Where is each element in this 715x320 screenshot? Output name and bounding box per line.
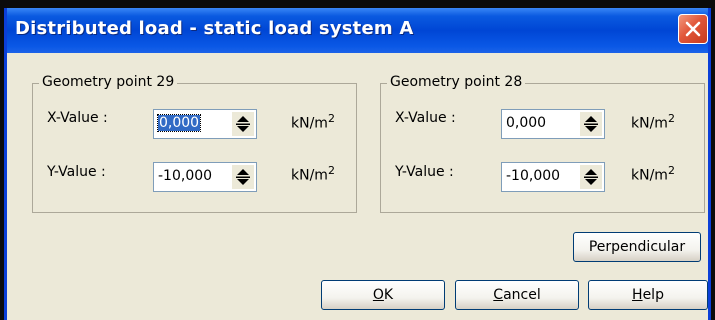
- distributed-load-dialog: Distributed load - static load system A …: [4, 8, 711, 320]
- x-value-label: X-Value :: [395, 110, 456, 126]
- y-value-input[interactable]: -10,000: [506, 168, 560, 184]
- y-value-input[interactable]: -10,000: [158, 168, 212, 184]
- spinner-arrows-icon[interactable]: [232, 112, 254, 136]
- x-value-spinner[interactable]: 0,000: [153, 109, 257, 139]
- help-button[interactable]: Help: [588, 280, 708, 310]
- y-value-label: Y-Value :: [47, 164, 106, 180]
- ok-button[interactable]: OK: [321, 280, 445, 310]
- group-geometry-point-28: Geometry point 28 X-Value : 0,000 kN/m2 …: [380, 74, 705, 213]
- close-icon: [685, 21, 701, 37]
- x-unit-label: kN/m2: [291, 112, 335, 132]
- spinner-arrows-icon[interactable]: [580, 112, 602, 136]
- perpendicular-button[interactable]: Perpendicular: [573, 232, 701, 262]
- y-unit-label: kN/m2: [631, 164, 675, 184]
- dialog-title: Distributed load - static load system A: [15, 18, 414, 39]
- x-value-label: X-Value :: [47, 110, 108, 126]
- cancel-button[interactable]: Cancel: [455, 280, 579, 310]
- group-geometry-point-29: Geometry point 29 X-Value : 0,000 kN/m2 …: [32, 74, 357, 213]
- group-legend: Geometry point 28: [387, 74, 526, 90]
- y-value-spinner[interactable]: -10,000: [501, 162, 605, 192]
- y-unit-label: kN/m2: [291, 164, 335, 184]
- x-value-input[interactable]: 0,000: [506, 115, 546, 131]
- group-legend: Geometry point 29: [39, 74, 178, 90]
- close-button[interactable]: [678, 14, 708, 44]
- x-unit-label: kN/m2: [631, 112, 675, 132]
- spinner-arrows-icon[interactable]: [580, 165, 602, 189]
- title-bar[interactable]: Distributed load - static load system A: [7, 8, 708, 53]
- y-value-label: Y-Value :: [395, 164, 454, 180]
- x-value-input[interactable]: 0,000: [156, 114, 202, 132]
- spinner-arrows-icon[interactable]: [232, 165, 254, 189]
- y-value-spinner[interactable]: -10,000: [153, 162, 257, 192]
- x-value-spinner[interactable]: 0,000: [501, 109, 605, 139]
